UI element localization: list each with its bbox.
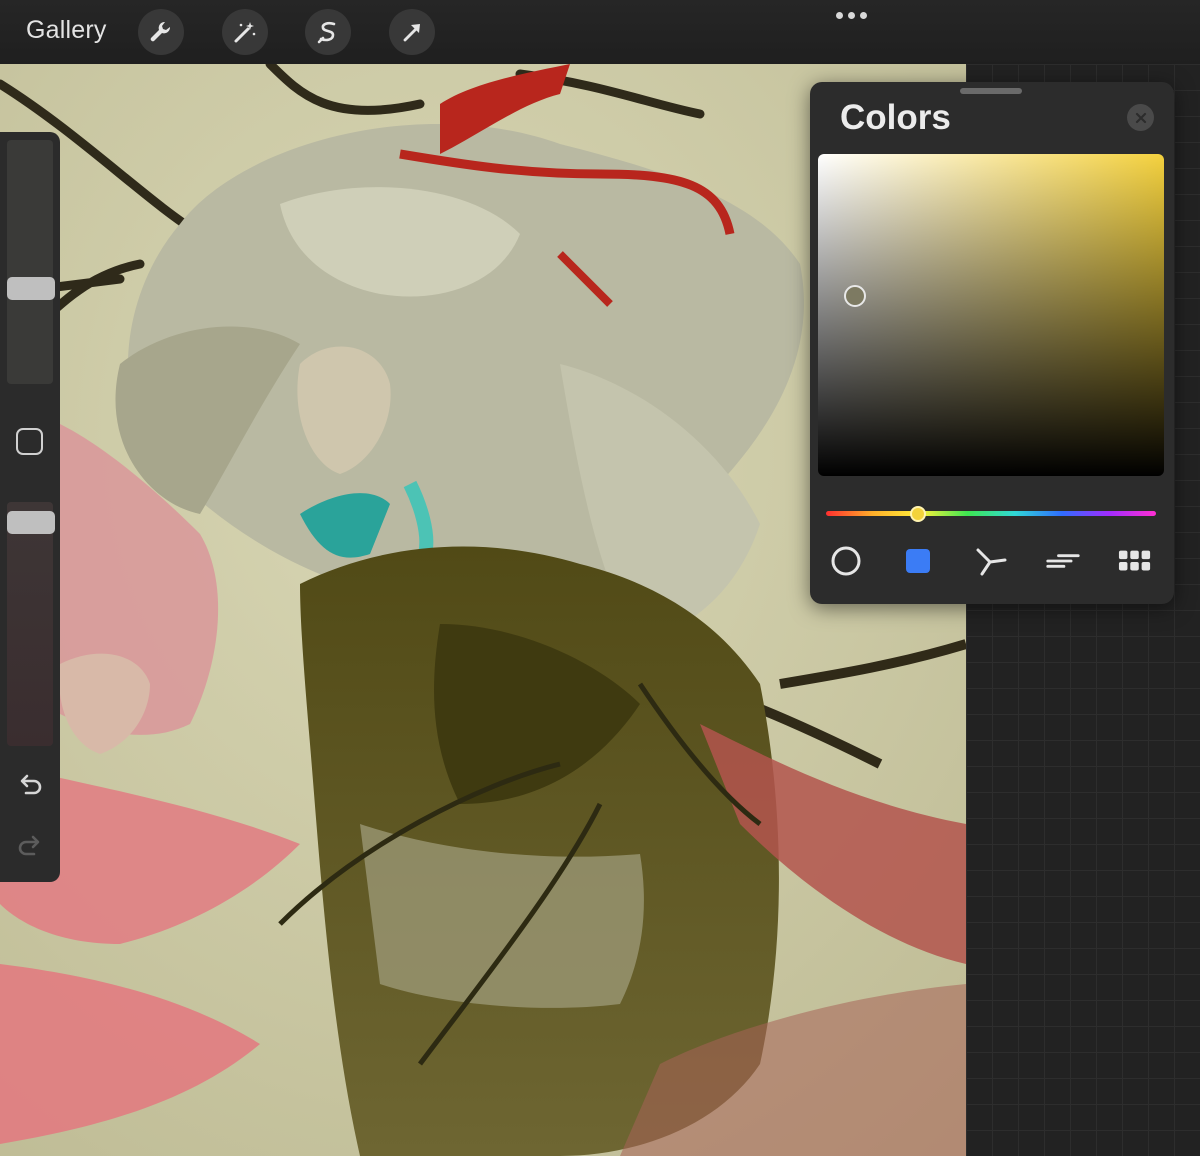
- close-button[interactable]: [1127, 104, 1154, 131]
- hue-slider[interactable]: [826, 511, 1156, 516]
- top-toolbar: Gallery: [0, 0, 1200, 64]
- modify-button[interactable]: [16, 428, 43, 455]
- colors-panel: Colors: [810, 82, 1174, 604]
- harmony-icon: [976, 548, 1007, 576]
- gallery-button[interactable]: Gallery: [26, 16, 107, 45]
- magic-wand-icon: [234, 22, 256, 43]
- undo-icon[interactable]: [14, 768, 46, 800]
- value-mode-button[interactable]: [1046, 544, 1080, 578]
- selection-button[interactable]: [305, 9, 351, 55]
- panel-title: Colors: [840, 98, 951, 137]
- wrench-icon: [150, 21, 171, 42]
- selection-s-icon: [317, 21, 336, 44]
- saturation-brightness-square[interactable]: [818, 154, 1164, 476]
- opacity-thumb[interactable]: [7, 510, 55, 534]
- hue-slider-thumb[interactable]: [910, 506, 927, 522]
- ellipsis-icon[interactable]: [836, 12, 867, 19]
- adjustments-button[interactable]: [222, 9, 268, 55]
- classic-mode-button[interactable]: [901, 544, 935, 578]
- opacity-slider[interactable]: [7, 502, 53, 746]
- redo-icon[interactable]: [14, 829, 46, 861]
- harmony-mode-button[interactable]: [974, 544, 1008, 578]
- arrow-cursor-icon: [403, 24, 420, 42]
- value-sliders-icon: [1046, 554, 1080, 568]
- brush-size-slider[interactable]: [7, 140, 53, 384]
- close-icon: [1135, 112, 1146, 123]
- disc-mode-button[interactable]: [829, 544, 863, 578]
- palettes-grid-icon: [1118, 550, 1151, 571]
- panel-drag-handle[interactable]: [960, 88, 1022, 94]
- actions-button[interactable]: [138, 9, 184, 55]
- left-sidebar: [0, 132, 60, 882]
- disc-icon: [831, 546, 861, 576]
- classic-square-icon: [906, 549, 930, 573]
- palettes-mode-button[interactable]: [1118, 544, 1152, 578]
- procreate-app: Gallery Colors: [0, 0, 1200, 1156]
- color-picker-marker[interactable]: [844, 285, 866, 307]
- transform-button[interactable]: [389, 9, 435, 55]
- brush-size-thumb[interactable]: [7, 277, 55, 301]
